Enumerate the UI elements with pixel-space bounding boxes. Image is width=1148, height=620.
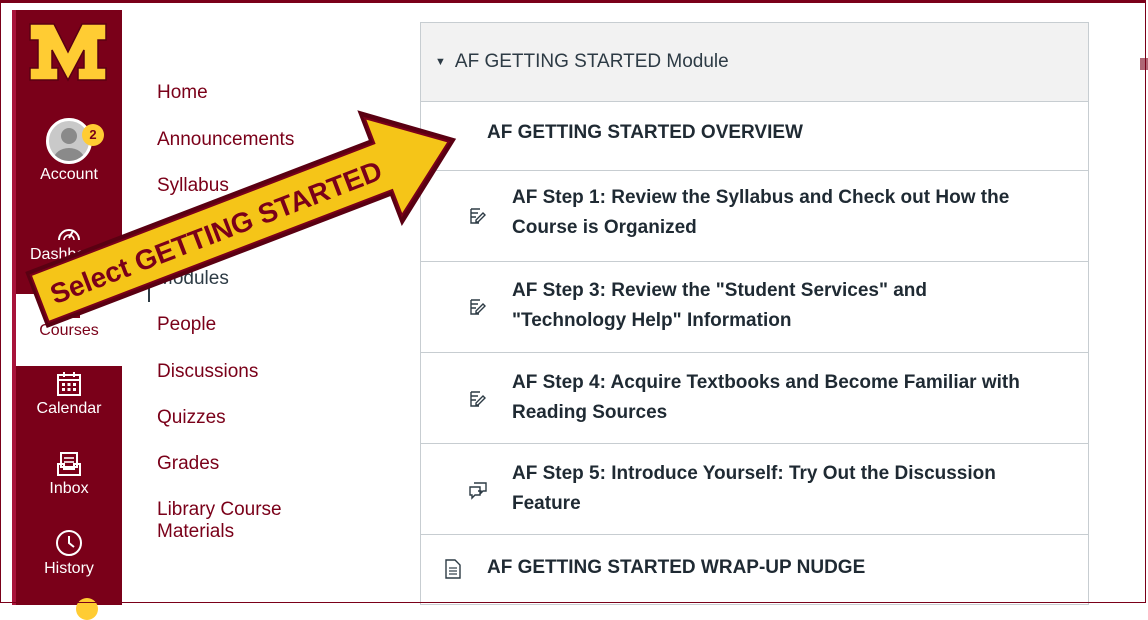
- course-nav-library-course-materials[interactable]: Library Course Materials: [157, 499, 282, 543]
- module-item-title[interactable]: AF GETTING STARTED WRAP-UP NUDGE: [487, 553, 865, 583]
- nav-dashboard-label: Dashboard: [30, 246, 109, 263]
- discussion-icon: [469, 482, 487, 500]
- nav-history[interactable]: History: [16, 528, 122, 578]
- active-indicator: [148, 262, 150, 302]
- module-item-title-line2[interactable]: Course is Organized: [512, 213, 697, 243]
- module-item-overview[interactable]: AF GETTING STARTED OVERVIEW: [421, 102, 1088, 171]
- module-item-title-line1[interactable]: AF Step 1: Review the Syllabus and Check…: [512, 183, 1009, 213]
- course-nav-quizzes[interactable]: Quizzes: [157, 407, 226, 429]
- nav-inbox[interactable]: Inbox: [16, 450, 122, 498]
- module-item-title-line1[interactable]: AF Step 4: Acquire Textbooks and Become …: [512, 368, 1020, 398]
- module-item-step1[interactable]: AF Step 1: Review the Syllabus and Check…: [421, 171, 1088, 262]
- module-header[interactable]: ▼ AF GETTING STARTED Module: [421, 23, 1088, 102]
- assignment-icon: [470, 391, 486, 407]
- module-item-title-line2[interactable]: Reading Sources: [512, 398, 667, 428]
- module-item-title[interactable]: AF GETTING STARTED OVERVIEW: [487, 118, 803, 148]
- university-logo[interactable]: [28, 18, 108, 84]
- nav-courses[interactable]: Courses: [16, 294, 122, 366]
- nav-courses-label: Courses: [39, 322, 99, 339]
- courses-icon: [58, 301, 80, 318]
- module-item-step3[interactable]: AF Step 3: Review the "Student Services"…: [421, 262, 1088, 353]
- module-card: ▼ AF GETTING STARTED Module AF GETTING S…: [420, 22, 1089, 605]
- module-item-title-line1[interactable]: AF Step 3: Review the "Student Services"…: [512, 276, 927, 306]
- nav-calendar[interactable]: Calendar: [16, 370, 122, 418]
- calendar-icon: [57, 372, 81, 396]
- course-nav-home[interactable]: Home: [157, 82, 208, 104]
- account-badge: 2: [82, 124, 104, 146]
- module-item-title-line2[interactable]: Feature: [512, 489, 581, 519]
- inbox-icon: [57, 452, 81, 476]
- nav-calendar-label: Calendar: [36, 400, 102, 417]
- module-title: AF GETTING STARTED Module: [454, 51, 729, 72]
- course-nav-discussions[interactable]: Discussions: [157, 361, 258, 383]
- global-nav: 2 Account Dashboard Courses Calendar Inb…: [12, 10, 122, 620]
- dashboard-icon: [58, 229, 80, 241]
- course-nav-people[interactable]: People: [157, 314, 216, 336]
- module-item-step4[interactable]: AF Step 4: Acquire Textbooks and Become …: [421, 353, 1088, 444]
- course-nav-announcements[interactable]: Announcements: [157, 129, 294, 151]
- course-nav-modules[interactable]: Modules: [157, 268, 229, 290]
- nav-account[interactable]: 2 Account: [16, 118, 122, 184]
- library-line-1: Library Course: [157, 499, 282, 520]
- edge-mark: [1140, 58, 1148, 70]
- nav-dashboard[interactable]: Dashboard: [16, 222, 122, 264]
- course-nav-grades[interactable]: Grades: [157, 453, 219, 475]
- module-item-title-line1[interactable]: AF Step 5: Introduce Yourself: Try Out t…: [512, 459, 996, 489]
- module-item-wrapup[interactable]: AF GETTING STARTED WRAP-UP NUDGE: [421, 535, 1088, 604]
- page-icon: [445, 559, 461, 579]
- assignment-icon: [470, 299, 486, 315]
- history-badge: [76, 598, 98, 620]
- assignment-icon: [470, 208, 486, 224]
- module-item-step5[interactable]: AF Step 5: Introduce Yourself: Try Out t…: [421, 444, 1088, 535]
- nav-account-label: Account: [40, 166, 98, 183]
- course-nav-syllabus[interactable]: Syllabus: [157, 175, 229, 197]
- nav-history-label: History: [44, 560, 94, 577]
- module-item-title-line2[interactable]: "Technology Help" Information: [512, 306, 791, 336]
- collapse-caret-icon[interactable]: ▼: [435, 56, 446, 68]
- library-line-2: Materials: [157, 521, 235, 542]
- history-icon: [56, 530, 82, 556]
- nav-inbox-label: Inbox: [49, 480, 89, 497]
